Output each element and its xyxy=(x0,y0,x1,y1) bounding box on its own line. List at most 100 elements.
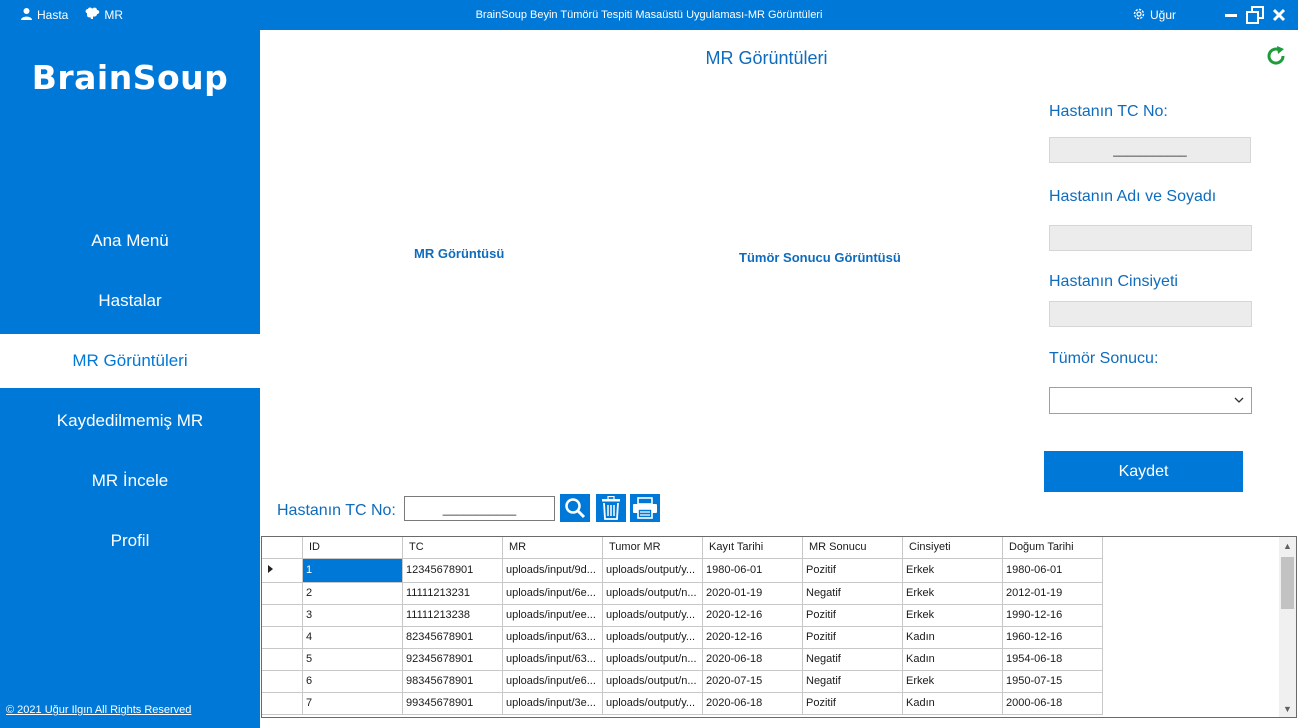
cell-tumor-mr[interactable]: uploads/output/n... xyxy=(602,648,703,671)
search-tc-input[interactable]: ___________ xyxy=(404,496,555,521)
cell-mr-sonucu[interactable]: Negatif xyxy=(802,648,903,671)
user-menu[interactable]: Uğur xyxy=(1132,7,1176,24)
save-button[interactable]: Kaydet xyxy=(1044,451,1243,492)
cell-id[interactable]: 2 xyxy=(302,582,403,605)
menu-hasta[interactable]: Hasta xyxy=(20,7,68,23)
sidebar-item-profil[interactable]: Profil xyxy=(0,511,260,571)
cell-cinsiyeti[interactable]: Kadın xyxy=(902,692,1003,715)
cell-id[interactable]: 4 xyxy=(302,626,403,649)
cell-tumor-mr[interactable]: uploads/output/y... xyxy=(602,558,703,583)
cell-dogum-tarihi[interactable]: 1950-07-15 xyxy=(1002,670,1103,693)
cell-tumor-mr[interactable]: uploads/output/y... xyxy=(602,604,703,627)
vertical-scrollbar[interactable]: ▲ ▼ xyxy=(1279,537,1296,717)
cell-cinsiyeti[interactable]: Erkek xyxy=(902,558,1003,583)
copyright-link[interactable]: © 2021 Uğur Ilgın All Rights Reserved xyxy=(6,704,191,716)
row-header[interactable] xyxy=(262,670,303,693)
cell-mr[interactable]: uploads/input/63... xyxy=(502,648,603,671)
cell-tumor-mr[interactable]: uploads/output/y... xyxy=(602,692,703,715)
column-header-mr-sonucu[interactable]: MR Sonucu xyxy=(802,537,903,559)
column-header-id[interactable]: ID xyxy=(302,537,403,559)
cell-kayit-tarihi[interactable]: 2020-12-16 xyxy=(702,626,803,649)
table-row[interactable]: 7 99345678901 uploads/input/3e... uploads/o… xyxy=(262,692,1103,715)
close-button[interactable] xyxy=(1270,6,1288,24)
cell-kayit-tarihi[interactable]: 2020-12-16 xyxy=(702,604,803,627)
table-row[interactable]: 6 98345678901 uploads/input/e6... uploads/o… xyxy=(262,670,1103,693)
cell-kayit-tarihi[interactable]: 1980-06-01 xyxy=(702,558,803,583)
cell-id[interactable]: 3 xyxy=(302,604,403,627)
print-button[interactable] xyxy=(630,494,660,522)
sidebar-item-kaydedilmemis-mr[interactable]: Kaydedilmemiş MR xyxy=(0,391,260,451)
table-row[interactable]: 5 92345678901 uploads/input/63... uploads/o… xyxy=(262,648,1103,671)
cell-id[interactable]: 1 xyxy=(302,558,403,583)
name-field[interactable] xyxy=(1049,225,1252,251)
cell-id[interactable]: 5 xyxy=(302,648,403,671)
cell-mr-sonucu[interactable]: Pozitif xyxy=(802,692,903,715)
tc-field[interactable]: ___________ xyxy=(1049,137,1251,163)
cell-mr-sonucu[interactable]: Negatif xyxy=(802,670,903,693)
column-header-kayit-tarihi[interactable]: Kayıt Tarihi xyxy=(702,537,803,559)
search-button[interactable] xyxy=(560,494,590,522)
cell-mr[interactable]: uploads/input/ee... xyxy=(502,604,603,627)
cell-dogum-tarihi[interactable]: 1954-06-18 xyxy=(1002,648,1103,671)
mr-data-grid[interactable]: ID TC MR Tumor MR Kayıt Tarihi MR Sonucu… xyxy=(261,536,1297,718)
column-header-cinsiyeti[interactable]: Cinsiyeti xyxy=(902,537,1003,559)
cell-tumor-mr[interactable]: uploads/output/n... xyxy=(602,582,703,605)
row-header[interactable] xyxy=(262,582,303,605)
refresh-button[interactable] xyxy=(1265,45,1287,67)
cell-cinsiyeti[interactable]: Kadın xyxy=(902,648,1003,671)
cell-dogum-tarihi[interactable]: 2012-01-19 xyxy=(1002,582,1103,605)
sidebar-item-mr-goruntuleri[interactable]: MR Görüntüleri xyxy=(0,334,260,388)
row-header[interactable] xyxy=(262,692,303,715)
cell-cinsiyeti[interactable]: Erkek xyxy=(902,582,1003,605)
cell-kayit-tarihi[interactable]: 2020-01-19 xyxy=(702,582,803,605)
row-header[interactable] xyxy=(262,604,303,627)
cell-tc[interactable]: 11111213238 xyxy=(402,604,503,627)
cell-tc[interactable]: 92345678901 xyxy=(402,648,503,671)
column-header-mr[interactable]: MR xyxy=(502,537,603,559)
cell-tc[interactable]: 82345678901 xyxy=(402,626,503,649)
table-row[interactable]: 2 11111213231 uploads/input/6e... uploads/o… xyxy=(262,582,1103,605)
cell-tc[interactable]: 12345678901 xyxy=(402,558,503,583)
sidebar-item-mr-incele[interactable]: MR İncele xyxy=(0,451,260,511)
delete-button[interactable] xyxy=(596,494,626,522)
cell-tumor-mr[interactable]: uploads/output/n... xyxy=(602,670,703,693)
row-header[interactable] xyxy=(262,558,303,583)
cell-mr[interactable]: uploads/input/9d... xyxy=(502,558,603,583)
cell-kayit-tarihi[interactable]: 2020-06-18 xyxy=(702,692,803,715)
row-header[interactable] xyxy=(262,648,303,671)
cell-mr[interactable]: uploads/input/63... xyxy=(502,626,603,649)
cell-tc[interactable]: 99345678901 xyxy=(402,692,503,715)
cell-tumor-mr[interactable]: uploads/output/y... xyxy=(602,626,703,649)
cell-mr[interactable]: uploads/input/e6... xyxy=(502,670,603,693)
cell-mr-sonucu[interactable]: Pozitif xyxy=(802,626,903,649)
tumor-result-select[interactable] xyxy=(1049,387,1252,414)
cell-mr-sonucu[interactable]: Pozitif xyxy=(802,604,903,627)
table-row[interactable]: 1 12345678901 uploads/input/9d... uploads/o… xyxy=(262,558,1103,583)
table-row[interactable]: 4 82345678901 uploads/input/63... uploads/o… xyxy=(262,626,1103,649)
cell-cinsiyeti[interactable]: Kadın xyxy=(902,626,1003,649)
sidebar-item-hastalar[interactable]: Hastalar xyxy=(0,271,260,331)
table-row[interactable]: 3 11111213238 uploads/input/ee... uploads/o… xyxy=(262,604,1103,627)
column-header-tc[interactable]: TC xyxy=(402,537,503,559)
sidebar-item-ana-menu[interactable]: Ana Menü xyxy=(0,211,260,271)
cell-tc[interactable]: 11111213231 xyxy=(402,582,503,605)
cell-kayit-tarihi[interactable]: 2020-07-15 xyxy=(702,670,803,693)
scrollbar-thumb[interactable] xyxy=(1281,557,1294,609)
minimize-button[interactable] xyxy=(1222,6,1240,24)
gender-field[interactable] xyxy=(1049,301,1252,327)
scroll-up-icon[interactable]: ▲ xyxy=(1279,537,1296,554)
cell-mr-sonucu[interactable]: Negatif xyxy=(802,582,903,605)
cell-dogum-tarihi[interactable]: 1980-06-01 xyxy=(1002,558,1103,583)
cell-cinsiyeti[interactable]: Erkek xyxy=(902,670,1003,693)
cell-tc[interactable]: 98345678901 xyxy=(402,670,503,693)
cell-kayit-tarihi[interactable]: 2020-06-18 xyxy=(702,648,803,671)
cell-dogum-tarihi[interactable]: 1990-12-16 xyxy=(1002,604,1103,627)
cell-cinsiyeti[interactable]: Erkek xyxy=(902,604,1003,627)
restore-button[interactable] xyxy=(1246,6,1264,24)
column-header-tumor-mr[interactable]: Tumor MR xyxy=(602,537,703,559)
scroll-down-icon[interactable]: ▼ xyxy=(1279,700,1296,717)
column-header-dogum-tarihi[interactable]: Doğum Tarihi xyxy=(1002,537,1103,559)
cell-id[interactable]: 6 xyxy=(302,670,403,693)
cell-mr[interactable]: uploads/input/6e... xyxy=(502,582,603,605)
cell-id[interactable]: 7 xyxy=(302,692,403,715)
